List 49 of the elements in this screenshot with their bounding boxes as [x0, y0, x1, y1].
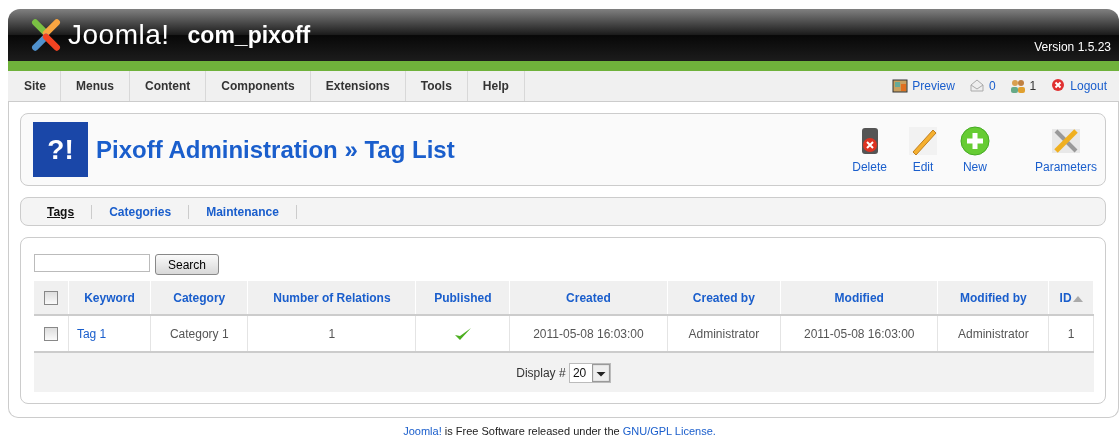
search-button[interactable]: Search — [155, 254, 220, 275]
column-header[interactable]: ID — [1048, 281, 1094, 315]
column-header[interactable]: Keyword — [68, 281, 151, 315]
envelope-icon — [968, 78, 985, 94]
license-link[interactable]: GNU/GPL License. — [622, 425, 716, 437]
column-header[interactable]: Published — [415, 281, 510, 315]
version-text: Version 1.5.23 — [1034, 40, 1111, 54]
menu-item[interactable]: Components — [206, 71, 311, 101]
menu-item[interactable]: Content — [130, 71, 207, 101]
search-field[interactable] — [34, 254, 150, 272]
component-title: com_pixoff — [187, 21, 311, 49]
joomla-link[interactable]: Joomla! — [403, 425, 442, 437]
status-link[interactable]: 0 — [988, 79, 996, 93]
display-label: Display # — [516, 365, 566, 380]
menu-item[interactable]: Tools — [405, 71, 468, 101]
column-header[interactable]: Category — [150, 281, 248, 315]
keyword-link[interactable]: Tag 1 — [76, 326, 107, 341]
submenu-tab[interactable]: Maintenance — [189, 204, 297, 219]
column-header[interactable]: Modified by — [937, 281, 1049, 315]
plus-icon — [958, 125, 991, 157]
menu-item[interactable]: Help — [467, 71, 525, 101]
menu-item[interactable]: Menus — [61, 71, 131, 101]
menu-item[interactable]: Extensions — [310, 71, 406, 101]
checkmark-icon[interactable] — [453, 326, 472, 341]
logout-icon — [1050, 78, 1067, 94]
logo-text: Joomla! — [68, 19, 170, 51]
status-link[interactable]: Preview — [912, 79, 955, 93]
toolbar-button[interactable]: Edit — [906, 125, 939, 174]
display-select[interactable]: 20 — [568, 362, 612, 383]
submenu-tab[interactable]: Categories — [92, 204, 190, 219]
status-link[interactable]: 1 — [1029, 79, 1037, 93]
preview-icon — [892, 78, 909, 94]
checkbox[interactable] — [43, 326, 58, 341]
column-header[interactable]: Created — [509, 281, 668, 315]
users-icon — [1009, 78, 1026, 94]
column-header[interactable]: Modified — [780, 281, 938, 315]
status-link[interactable]: Logout — [1070, 79, 1107, 93]
pencil-icon — [906, 125, 939, 157]
page-title: Pixoff Administration » Tag List — [96, 135, 455, 164]
menu-item[interactable]: Site — [8, 71, 61, 101]
toolbar-button[interactable]: Parameters — [1034, 125, 1097, 174]
component-logo: ?! — [33, 122, 88, 177]
footer-text: Joomla! is Free Software released under the GNU/GPL License. — [402, 425, 717, 438]
checkbox[interactable] — [43, 290, 58, 305]
column-header[interactable]: Number of Relations — [247, 281, 416, 315]
toolbar-button[interactable]: New — [958, 125, 991, 174]
toolbar-button[interactable]: Delete — [852, 125, 887, 174]
submenu-tab[interactable]: Tags — [47, 204, 93, 219]
column-header[interactable]: Created by — [667, 281, 781, 315]
